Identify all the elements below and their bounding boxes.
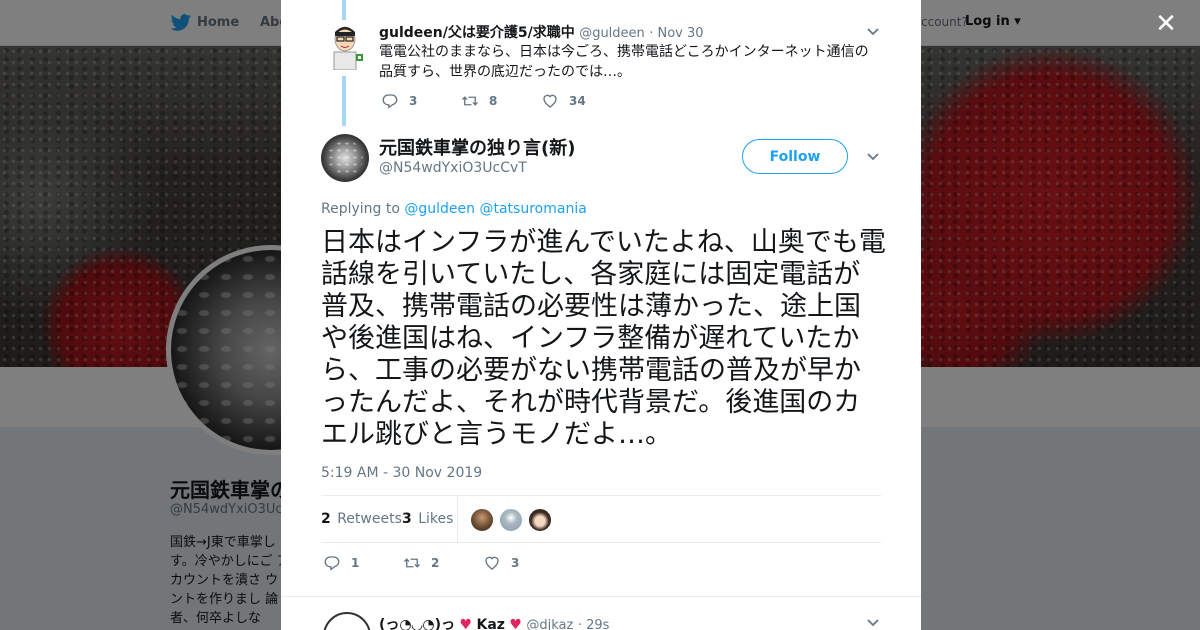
parent-tweet[interactable]: guldeen/父は要介護5/求職中 @guldeen · Nov 30 電電公… [321,0,881,125]
like-button[interactable]: 3 [483,554,563,572]
mention-link[interactable]: @guldeen [404,201,475,217]
heart-icon: ♥ [509,617,522,630]
retweets-stat-count: 2 [321,511,331,527]
retweet-button[interactable]: 2 [403,554,483,572]
like-icon [485,556,499,570]
chevron-down-icon[interactable] [866,150,880,164]
avatar[interactable] [528,508,552,532]
replying-to: Replying to @guldeen @tatsuromania [321,201,587,217]
main-author-name[interactable]: 元国鉄車掌の独り言(新) [379,134,575,160]
next-tweet-header: (っ◔◡◔)っ ♥ Kaz ♥ @djkaz · 29s [379,614,609,630]
retweet-icon [462,96,478,106]
retweets-stat[interactable]: 2 Retweets [321,511,402,527]
parent-tweet-date[interactable]: · Nov 30 [649,26,703,41]
like-count: 34 [569,94,586,108]
heart-icon: ♥ [459,617,473,630]
divider [281,596,921,597]
parent-tweet-header: guldeen/父は要介護5/求職中 @guldeen · Nov 30 [379,22,704,42]
retweet-count: 8 [489,94,498,108]
main-tweet-actions: 1 2 3 [323,554,563,572]
retweet-button[interactable]: 8 [461,92,541,110]
retweet-count: 2 [431,556,440,570]
tweet-modal: guldeen/父は要介護5/求職中 @guldeen · Nov 30 電電公… [281,0,921,630]
mention-link[interactable]: @tatsuromania [479,201,586,217]
next-author-name-prefix[interactable]: (っ◔◡◔)っ [379,617,455,630]
likes-stat-count: 3 [402,511,412,527]
likes-stat-label: Likes [418,511,454,527]
parent-tweet-actions: 3 8 34 [381,92,621,110]
parent-tweet-text: 電電公社のままなら、日本は今ごろ、携帯電話どころかインターネット通信の品質すら、… [379,44,869,80]
next-tweet-time[interactable]: · 29s [578,618,610,630]
avatar[interactable] [321,134,369,182]
reply-count: 1 [351,556,360,570]
reply-icon [324,556,340,571]
parent-author-name[interactable]: guldeen/父は要介護5/求職中 [379,25,575,41]
avatar[interactable] [325,22,365,70]
avatar[interactable] [323,612,371,630]
avatar[interactable] [470,508,494,532]
next-author-name[interactable]: Kaz [476,617,504,630]
like-button[interactable]: 34 [541,92,621,110]
reply-button[interactable]: 3 [381,92,461,110]
retweets-stat-label: Retweets [337,511,402,527]
stats-divider [457,496,458,542]
tweet-timestamp[interactable]: 5:19 AM - 30 Nov 2019 [321,465,482,481]
like-icon [543,94,557,108]
like-count: 3 [511,556,520,570]
next-author-handle[interactable]: @djkaz [526,618,573,630]
main-author-handle[interactable]: @N54wdYxiO3UcCvT [379,160,527,176]
main-tweet-text: 日本はインフラが進んでいたよね、山奥でも電話線を引いていたし、各家庭には固定電話… [321,227,886,450]
parent-author-handle[interactable]: @guldeen [579,26,645,41]
likes-stat[interactable]: 3 Likes [402,511,453,527]
reply-button[interactable]: 1 [323,554,403,572]
chevron-down-icon[interactable] [866,25,880,39]
retweet-icon [404,558,420,568]
avatar[interactable] [499,508,523,532]
close-icon[interactable]: ✕ [1152,10,1180,38]
reply-icon [382,94,398,109]
tweet-stats: 2 Retweets 3 Likes [321,495,881,543]
chevron-down-icon[interactable] [866,616,880,630]
follow-button[interactable]: Follow [742,139,848,174]
replying-prefix: Replying to [321,201,400,217]
reply-count: 3 [409,94,418,108]
